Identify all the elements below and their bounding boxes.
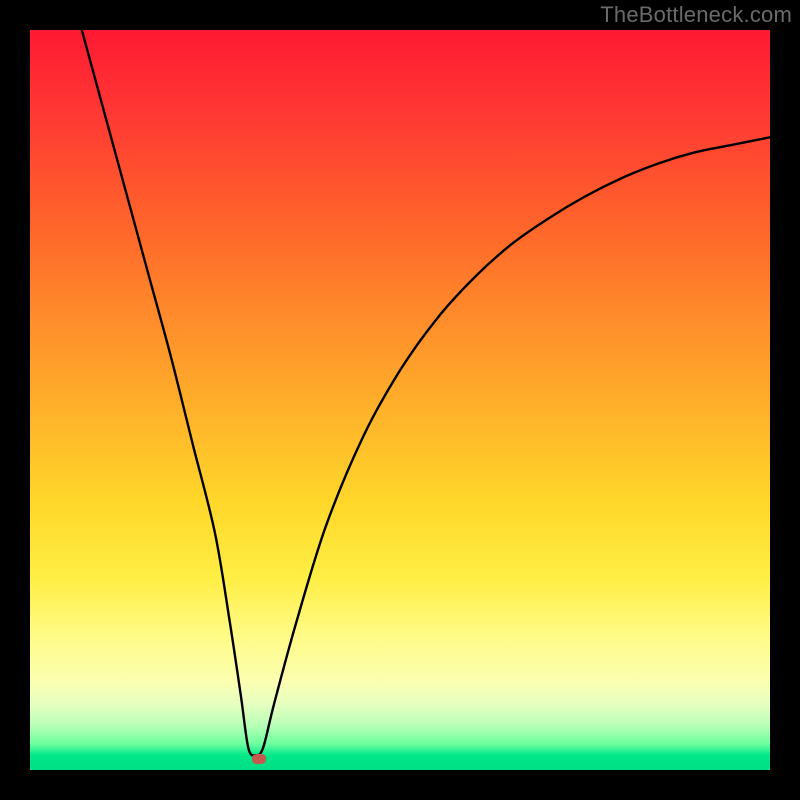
chart-frame: TheBottleneck.com <box>0 0 800 800</box>
minimum-marker <box>252 754 266 764</box>
plot-area <box>30 30 770 770</box>
watermark-text: TheBottleneck.com <box>600 2 792 28</box>
bottleneck-curve <box>30 30 770 770</box>
